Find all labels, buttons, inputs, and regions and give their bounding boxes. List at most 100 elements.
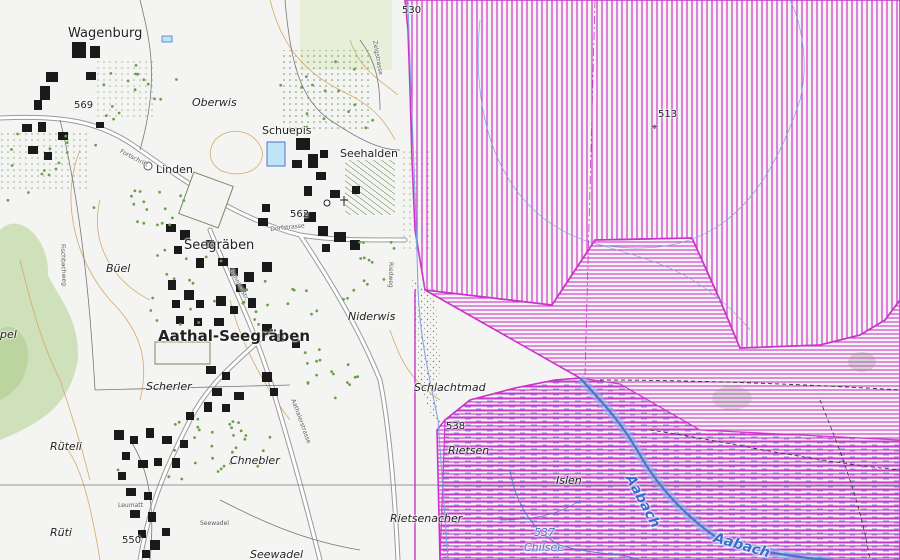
orchard-tree	[42, 169, 46, 172]
orchard-tree	[318, 358, 322, 362]
orchard-tree	[134, 64, 138, 67]
label-schlachtmad: Schlachtmad	[414, 381, 486, 394]
orchard-tree	[346, 363, 350, 367]
orchard-tree	[389, 240, 393, 244]
orchard-tree	[132, 202, 136, 206]
label-schuepis: Schuepis	[262, 124, 312, 137]
orchard-tree	[189, 307, 193, 311]
orchard-tree	[57, 161, 61, 165]
orchard-tree	[356, 375, 360, 378]
elevation-530: 530	[402, 5, 422, 16]
orchard-tree	[257, 323, 260, 326]
orchard-tree	[241, 301, 245, 305]
building	[230, 306, 238, 314]
orchard-tree	[142, 78, 146, 82]
topographic-map[interactable]: ⌖ Wagenburg Oberwis Schuepis Seehalden L…	[0, 0, 900, 560]
orchard-tree	[40, 172, 44, 176]
orchard-tree	[92, 206, 96, 210]
building	[150, 540, 160, 550]
building	[214, 318, 224, 326]
building	[222, 372, 230, 380]
label-scherler: Scherler	[146, 380, 192, 393]
orchard-tree	[286, 302, 290, 306]
elevation-538: 538	[446, 421, 466, 432]
orchard-tree	[253, 318, 257, 321]
orchard-tree	[306, 381, 310, 384]
orchard-tree	[347, 110, 350, 113]
orchard-tree	[65, 151, 69, 154]
orchard-tree	[158, 190, 162, 194]
orchard-tree	[266, 303, 269, 307]
orchard-tree	[315, 309, 319, 313]
orchard-tree	[173, 423, 177, 426]
building	[166, 224, 176, 232]
orchard-tree	[163, 207, 167, 211]
label-aathal-seegraben: Aathal-Seegräben	[158, 327, 311, 345]
orchard-tree	[191, 281, 195, 285]
building	[296, 138, 310, 150]
orchard-tree	[392, 247, 396, 250]
orchard-tree	[48, 147, 52, 151]
building	[212, 388, 222, 396]
building	[34, 100, 42, 110]
orchard-tree	[156, 254, 159, 257]
elevation-562: 562	[290, 209, 310, 220]
building	[130, 436, 138, 444]
building	[248, 298, 256, 308]
map-base-layer: ⌖	[0, 0, 900, 560]
label-rietsenacher: Rietsenacher	[390, 512, 463, 525]
building	[304, 186, 312, 196]
building	[86, 72, 96, 80]
building	[122, 452, 130, 460]
label-pel: pel	[0, 328, 17, 341]
orchard-tree	[182, 199, 186, 203]
building	[142, 550, 150, 558]
building	[114, 430, 124, 440]
orchard-tree	[167, 475, 171, 479]
orchard-tree	[94, 143, 97, 147]
orchard-tree	[333, 396, 337, 400]
building	[28, 146, 38, 154]
orchard-tree	[337, 89, 340, 93]
label-buel: Büel	[106, 262, 131, 275]
building	[222, 404, 230, 412]
building	[46, 72, 58, 82]
orchard-tree	[110, 105, 114, 108]
orchard-tree	[348, 383, 351, 386]
orchard-tree	[228, 422, 232, 426]
building	[218, 258, 228, 266]
orchard-tree	[279, 83, 283, 87]
building	[180, 440, 188, 448]
building	[316, 172, 326, 180]
orchard-tree	[146, 82, 150, 86]
building	[162, 528, 170, 536]
orchard-tree	[342, 297, 345, 301]
orchard-tree	[156, 223, 159, 227]
building	[130, 510, 140, 518]
orchard-tree	[353, 103, 357, 107]
building	[118, 472, 126, 480]
building	[176, 316, 184, 324]
orchard-tree	[163, 248, 167, 252]
orchard-tree	[173, 448, 177, 452]
orchard-tree	[155, 319, 159, 322]
orchard-tree	[16, 132, 19, 136]
orchard-tree	[197, 428, 201, 432]
orchard-tree	[261, 449, 265, 453]
orchard-tree	[300, 86, 303, 89]
elevation-569: 569	[74, 100, 94, 111]
viewpoint-symbol	[323, 199, 331, 207]
building	[126, 488, 136, 496]
hillock-east	[848, 352, 876, 372]
orchard-tree	[136, 72, 140, 76]
building	[320, 150, 328, 158]
orchard-tree	[219, 259, 223, 263]
label-seegraben: Seegräben	[184, 238, 255, 253]
label-rietsen: Rietsen	[448, 444, 490, 457]
building	[22, 124, 32, 132]
building	[168, 280, 176, 290]
orchard-tree	[239, 429, 243, 433]
orchard-tree	[153, 97, 156, 101]
orchard-tree	[305, 75, 308, 78]
building	[322, 244, 330, 252]
